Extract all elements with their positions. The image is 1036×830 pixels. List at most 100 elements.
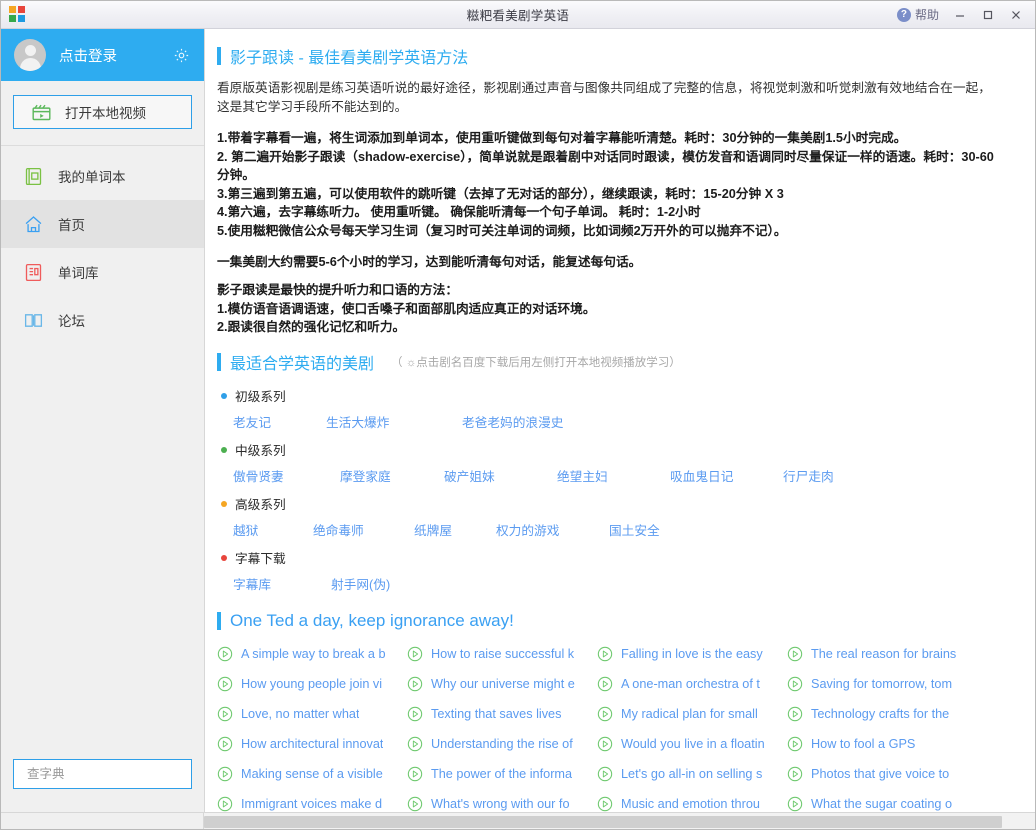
- play-circle-icon[interactable]: [217, 706, 233, 722]
- help-button[interactable]: ? 帮助: [891, 4, 945, 25]
- ted-talk-item[interactable]: Why our universe might e: [407, 669, 597, 699]
- ted-talk-item[interactable]: A one-man orchestra of t: [597, 669, 787, 699]
- ted-talk-label[interactable]: Would you live in a floatin: [621, 737, 765, 751]
- ted-talk-item[interactable]: How architectural innovat: [217, 729, 407, 759]
- ted-talk-label[interactable]: A simple way to break a b: [241, 647, 386, 661]
- play-circle-icon[interactable]: [597, 646, 613, 662]
- ted-talk-label[interactable]: The power of the informa: [431, 767, 572, 781]
- play-circle-icon[interactable]: [787, 676, 803, 692]
- ted-talk-label[interactable]: A one-man orchestra of t: [621, 677, 760, 691]
- maximize-button[interactable]: [975, 5, 1001, 25]
- sidebar-item-wordbank[interactable]: 单词库: [1, 248, 204, 296]
- play-circle-icon[interactable]: [217, 766, 233, 782]
- play-circle-icon[interactable]: [787, 766, 803, 782]
- ted-talk-item[interactable]: How young people join vi: [217, 669, 407, 699]
- show-link[interactable]: 吸血鬼日记: [670, 466, 783, 485]
- ted-talk-label[interactable]: What's wrong with our fo: [431, 797, 570, 811]
- ted-talk-item[interactable]: Love, no matter what: [217, 699, 407, 729]
- ted-talk-item[interactable]: Making sense of a visible: [217, 759, 407, 789]
- horizontal-scrollbar[interactable]: [204, 813, 1035, 829]
- play-circle-icon[interactable]: [597, 796, 613, 812]
- ted-talk-label[interactable]: Love, no matter what: [241, 707, 359, 721]
- play-circle-icon[interactable]: [597, 736, 613, 752]
- dictionary-search-box[interactable]: [13, 759, 192, 789]
- ted-talk-item[interactable]: The power of the informa: [407, 759, 597, 789]
- close-button[interactable]: [1003, 5, 1029, 25]
- ted-talk-item[interactable]: Technology crafts for the: [787, 699, 977, 729]
- show-link[interactable]: 生活大爆炸: [326, 412, 462, 431]
- show-link[interactable]: 纸牌屋: [414, 520, 496, 539]
- show-link[interactable]: 老友记: [233, 412, 326, 431]
- play-circle-icon[interactable]: [597, 676, 613, 692]
- play-circle-icon[interactable]: [407, 766, 423, 782]
- ted-talk-item[interactable]: My radical plan for small: [597, 699, 787, 729]
- show-link[interactable]: 老爸老妈的浪漫史: [462, 412, 564, 431]
- show-link[interactable]: 行尸走肉: [783, 466, 834, 485]
- ted-talk-label[interactable]: The real reason for brains: [811, 647, 956, 661]
- ted-talk-item[interactable]: A simple way to break a b: [217, 639, 407, 669]
- play-circle-icon[interactable]: [787, 646, 803, 662]
- sidebar-item-wordbook[interactable]: 我的单词本: [1, 152, 204, 200]
- show-link[interactable]: 越狱: [233, 520, 313, 539]
- play-circle-icon[interactable]: [217, 796, 233, 812]
- ted-talk-label[interactable]: Understanding the rise of: [431, 737, 573, 751]
- play-circle-icon[interactable]: [407, 736, 423, 752]
- search-input[interactable]: [25, 766, 190, 782]
- ted-talk-label[interactable]: How to fool a GPS: [811, 737, 915, 751]
- show-link[interactable]: 破产姐妹: [444, 466, 557, 485]
- play-circle-icon[interactable]: [217, 736, 233, 752]
- ted-talk-label[interactable]: Saving for tomorrow, tom: [811, 677, 952, 691]
- ted-talk-item[interactable]: Photos that give voice to: [787, 759, 977, 789]
- play-circle-icon[interactable]: [217, 646, 233, 662]
- show-link[interactable]: 绝望主妇: [557, 466, 670, 485]
- play-circle-icon[interactable]: [787, 796, 803, 812]
- ted-talk-label[interactable]: What the sugar coating o: [811, 797, 952, 811]
- ted-talk-item[interactable]: Saving for tomorrow, tom: [787, 669, 977, 699]
- play-circle-icon[interactable]: [787, 706, 803, 722]
- horizontal-scrollbar-thumb[interactable]: [204, 816, 1002, 828]
- ted-talk-item[interactable]: The real reason for brains: [787, 639, 977, 669]
- ted-talk-label[interactable]: How young people join vi: [241, 677, 382, 691]
- play-circle-icon[interactable]: [407, 646, 423, 662]
- play-circle-icon[interactable]: [407, 676, 423, 692]
- play-circle-icon[interactable]: [787, 736, 803, 752]
- ted-talk-label[interactable]: Why our universe might e: [431, 677, 575, 691]
- open-local-video-button[interactable]: 打开本地视频: [13, 95, 192, 129]
- minimize-button[interactable]: [947, 5, 973, 25]
- show-link[interactable]: 绝命毒师: [313, 520, 414, 539]
- sidebar-item-home[interactable]: 首页: [1, 200, 204, 248]
- ted-talk-item[interactable]: Music and emotion throu: [597, 789, 787, 813]
- show-link[interactable]: 权力的游戏: [496, 520, 609, 539]
- show-link[interactable]: 傲骨贤妻: [233, 466, 340, 485]
- ted-talk-item[interactable]: How to raise successful k: [407, 639, 597, 669]
- ted-talk-label[interactable]: Photos that give voice to: [811, 767, 949, 781]
- ted-talk-item[interactable]: How to fool a GPS: [787, 729, 977, 759]
- play-circle-icon[interactable]: [597, 706, 613, 722]
- ted-talk-item[interactable]: Immigrant voices make d: [217, 789, 407, 813]
- gear-icon[interactable]: [173, 47, 190, 64]
- play-circle-icon[interactable]: [217, 676, 233, 692]
- show-link[interactable]: 国土安全: [609, 520, 660, 539]
- ted-talk-label[interactable]: Making sense of a visible: [241, 767, 383, 781]
- ted-talk-label[interactable]: Technology crafts for the: [811, 707, 949, 721]
- ted-talk-label[interactable]: My radical plan for small: [621, 707, 758, 721]
- ted-talk-label[interactable]: How architectural innovat: [241, 737, 383, 751]
- ted-talk-label[interactable]: Texting that saves lives: [431, 707, 561, 721]
- ted-talk-item[interactable]: Would you live in a floatin: [597, 729, 787, 759]
- ted-talk-label[interactable]: How to raise successful k: [431, 647, 574, 661]
- show-link[interactable]: 摩登家庭: [340, 466, 444, 485]
- show-link[interactable]: 字幕库: [233, 574, 331, 593]
- ted-talk-label[interactable]: Falling in love is the easy: [621, 647, 763, 661]
- profile-login-banner[interactable]: 点击登录: [1, 29, 204, 81]
- ted-talk-label[interactable]: Music and emotion throu: [621, 797, 760, 811]
- play-circle-icon[interactable]: [407, 706, 423, 722]
- ted-talk-item[interactable]: What's wrong with our fo: [407, 789, 597, 813]
- play-circle-icon[interactable]: [597, 766, 613, 782]
- ted-talk-item[interactable]: Texting that saves lives: [407, 699, 597, 729]
- ted-talk-item[interactable]: What the sugar coating o: [787, 789, 977, 813]
- sidebar-item-forum[interactable]: 论坛: [1, 296, 204, 344]
- ted-talk-item[interactable]: Understanding the rise of: [407, 729, 597, 759]
- ted-talk-item[interactable]: Let's go all-in on selling s: [597, 759, 787, 789]
- show-link[interactable]: 射手网(伪): [331, 574, 390, 593]
- ted-talk-label[interactable]: Immigrant voices make d: [241, 797, 382, 811]
